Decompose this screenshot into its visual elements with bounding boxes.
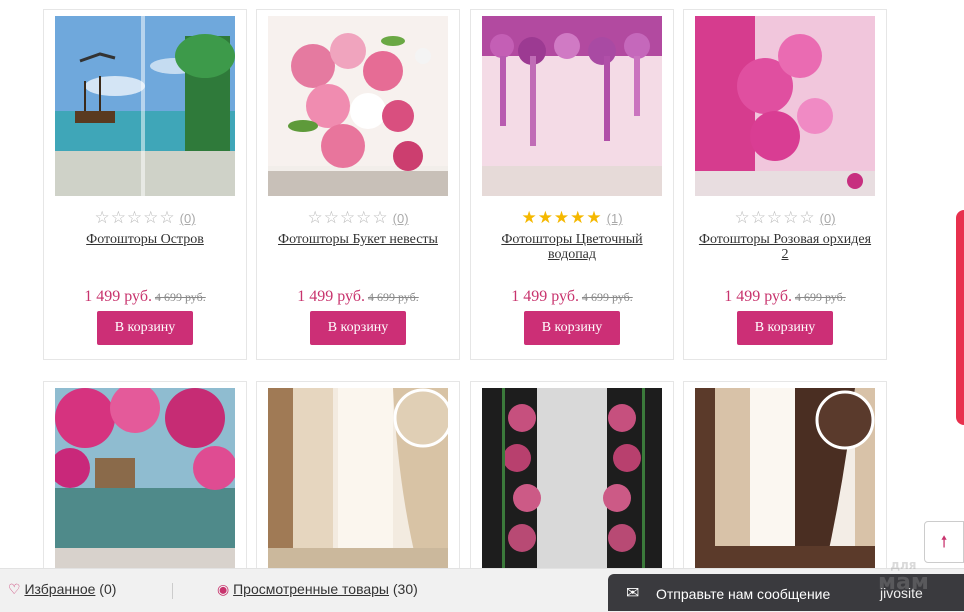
price: 1 499 руб. bbox=[724, 288, 792, 305]
scroll-top-button[interactable]: 🠕 bbox=[924, 521, 964, 563]
product-title[interactable]: Фотошторы Розовая орхидея 2 bbox=[694, 232, 876, 262]
rating-stars: ★★★★★ (1) bbox=[471, 208, 673, 228]
old-price: 4 699 руб. bbox=[367, 290, 419, 304]
rating-count[interactable]: (0) bbox=[820, 211, 836, 226]
rating-stars: ☆☆☆☆☆ (0) bbox=[257, 208, 459, 228]
product-image[interactable] bbox=[482, 388, 662, 568]
product-image[interactable] bbox=[695, 16, 875, 196]
old-price: 4 699 руб. bbox=[794, 290, 846, 304]
price: 1 499 руб. bbox=[297, 288, 365, 305]
rating-count[interactable]: (0) bbox=[180, 211, 196, 226]
heart-icon: ♡ bbox=[8, 582, 21, 598]
divider bbox=[172, 583, 173, 599]
product-image[interactable] bbox=[482, 16, 662, 196]
side-widget-tab[interactable] bbox=[956, 210, 964, 425]
watermark-main: мам bbox=[878, 570, 929, 595]
rating-stars: ☆☆☆☆☆ (0) bbox=[684, 208, 886, 228]
rating-count[interactable]: (1) bbox=[607, 211, 623, 226]
add-to-cart-button[interactable]: В корзину bbox=[310, 311, 406, 345]
arrow-up-icon: 🠕 bbox=[940, 532, 948, 551]
rating-count[interactable]: (0) bbox=[393, 211, 409, 226]
product-image[interactable] bbox=[695, 388, 875, 568]
eye-icon: ◉ bbox=[217, 582, 230, 598]
favorites-link[interactable]: ♡ Избранное (0) bbox=[8, 581, 116, 598]
product-card: ☆☆☆☆☆ (0) Фотошторы Букет невесты 1 499 р… bbox=[256, 9, 460, 360]
chat-message: Отправьте нам сообщение bbox=[656, 586, 831, 602]
price-block: 1 499 руб. 4 699 руб. bbox=[44, 288, 246, 306]
add-to-cart-button[interactable]: В корзину bbox=[737, 311, 833, 345]
star-icon: ☆☆☆☆☆ bbox=[307, 208, 389, 228]
product-card: ★★★★★ (1) Фотошторы Цветочный водопад 1 4… bbox=[470, 9, 674, 360]
price: 1 499 руб. bbox=[511, 288, 579, 305]
price-block: 1 499 руб. 4 699 руб. bbox=[471, 288, 673, 306]
rating-stars: ☆☆☆☆☆ (0) bbox=[44, 208, 246, 228]
favorites-label: Избранное bbox=[24, 581, 96, 597]
old-price: 4 699 руб. bbox=[154, 290, 206, 304]
add-to-cart-button[interactable]: В корзину bbox=[97, 311, 193, 345]
price: 1 499 руб. bbox=[84, 288, 152, 305]
viewed-products-link[interactable]: ◉ Просмотренные товары (30) bbox=[217, 581, 418, 598]
price-block: 1 499 руб. 4 699 руб. bbox=[684, 288, 886, 306]
product-title[interactable]: Фотошторы Остров bbox=[54, 232, 236, 247]
product-image[interactable] bbox=[268, 16, 448, 196]
product-image[interactable] bbox=[55, 16, 235, 196]
product-image[interactable] bbox=[268, 388, 448, 568]
viewed-count: (30) bbox=[392, 581, 418, 597]
price-block: 1 499 руб. 4 699 руб. bbox=[257, 288, 459, 306]
product-title[interactable]: Фотошторы Цветочный водопад bbox=[481, 232, 663, 262]
star-icon: ★★★★★ bbox=[521, 208, 603, 228]
envelope-icon: ✉ bbox=[626, 583, 640, 602]
product-image[interactable] bbox=[55, 388, 235, 568]
add-to-cart-button[interactable]: В корзину bbox=[524, 311, 620, 345]
watermark: для мам bbox=[878, 556, 929, 595]
star-icon: ☆☆☆☆☆ bbox=[734, 208, 816, 228]
old-price: 4 699 руб. bbox=[581, 290, 633, 304]
viewed-label: Просмотренные товары bbox=[233, 581, 389, 597]
product-card: ☆☆☆☆☆ (0) Фотошторы Розовая орхидея 2 1 4… bbox=[683, 9, 887, 360]
favorites-count: (0) bbox=[99, 581, 117, 597]
product-title[interactable]: Фотошторы Букет невесты bbox=[267, 232, 449, 247]
star-icon: ☆☆☆☆☆ bbox=[94, 208, 176, 228]
product-card: ☆☆☆☆☆ (0) Фотошторы Остров 1 499 руб. 4 69… bbox=[43, 9, 247, 360]
